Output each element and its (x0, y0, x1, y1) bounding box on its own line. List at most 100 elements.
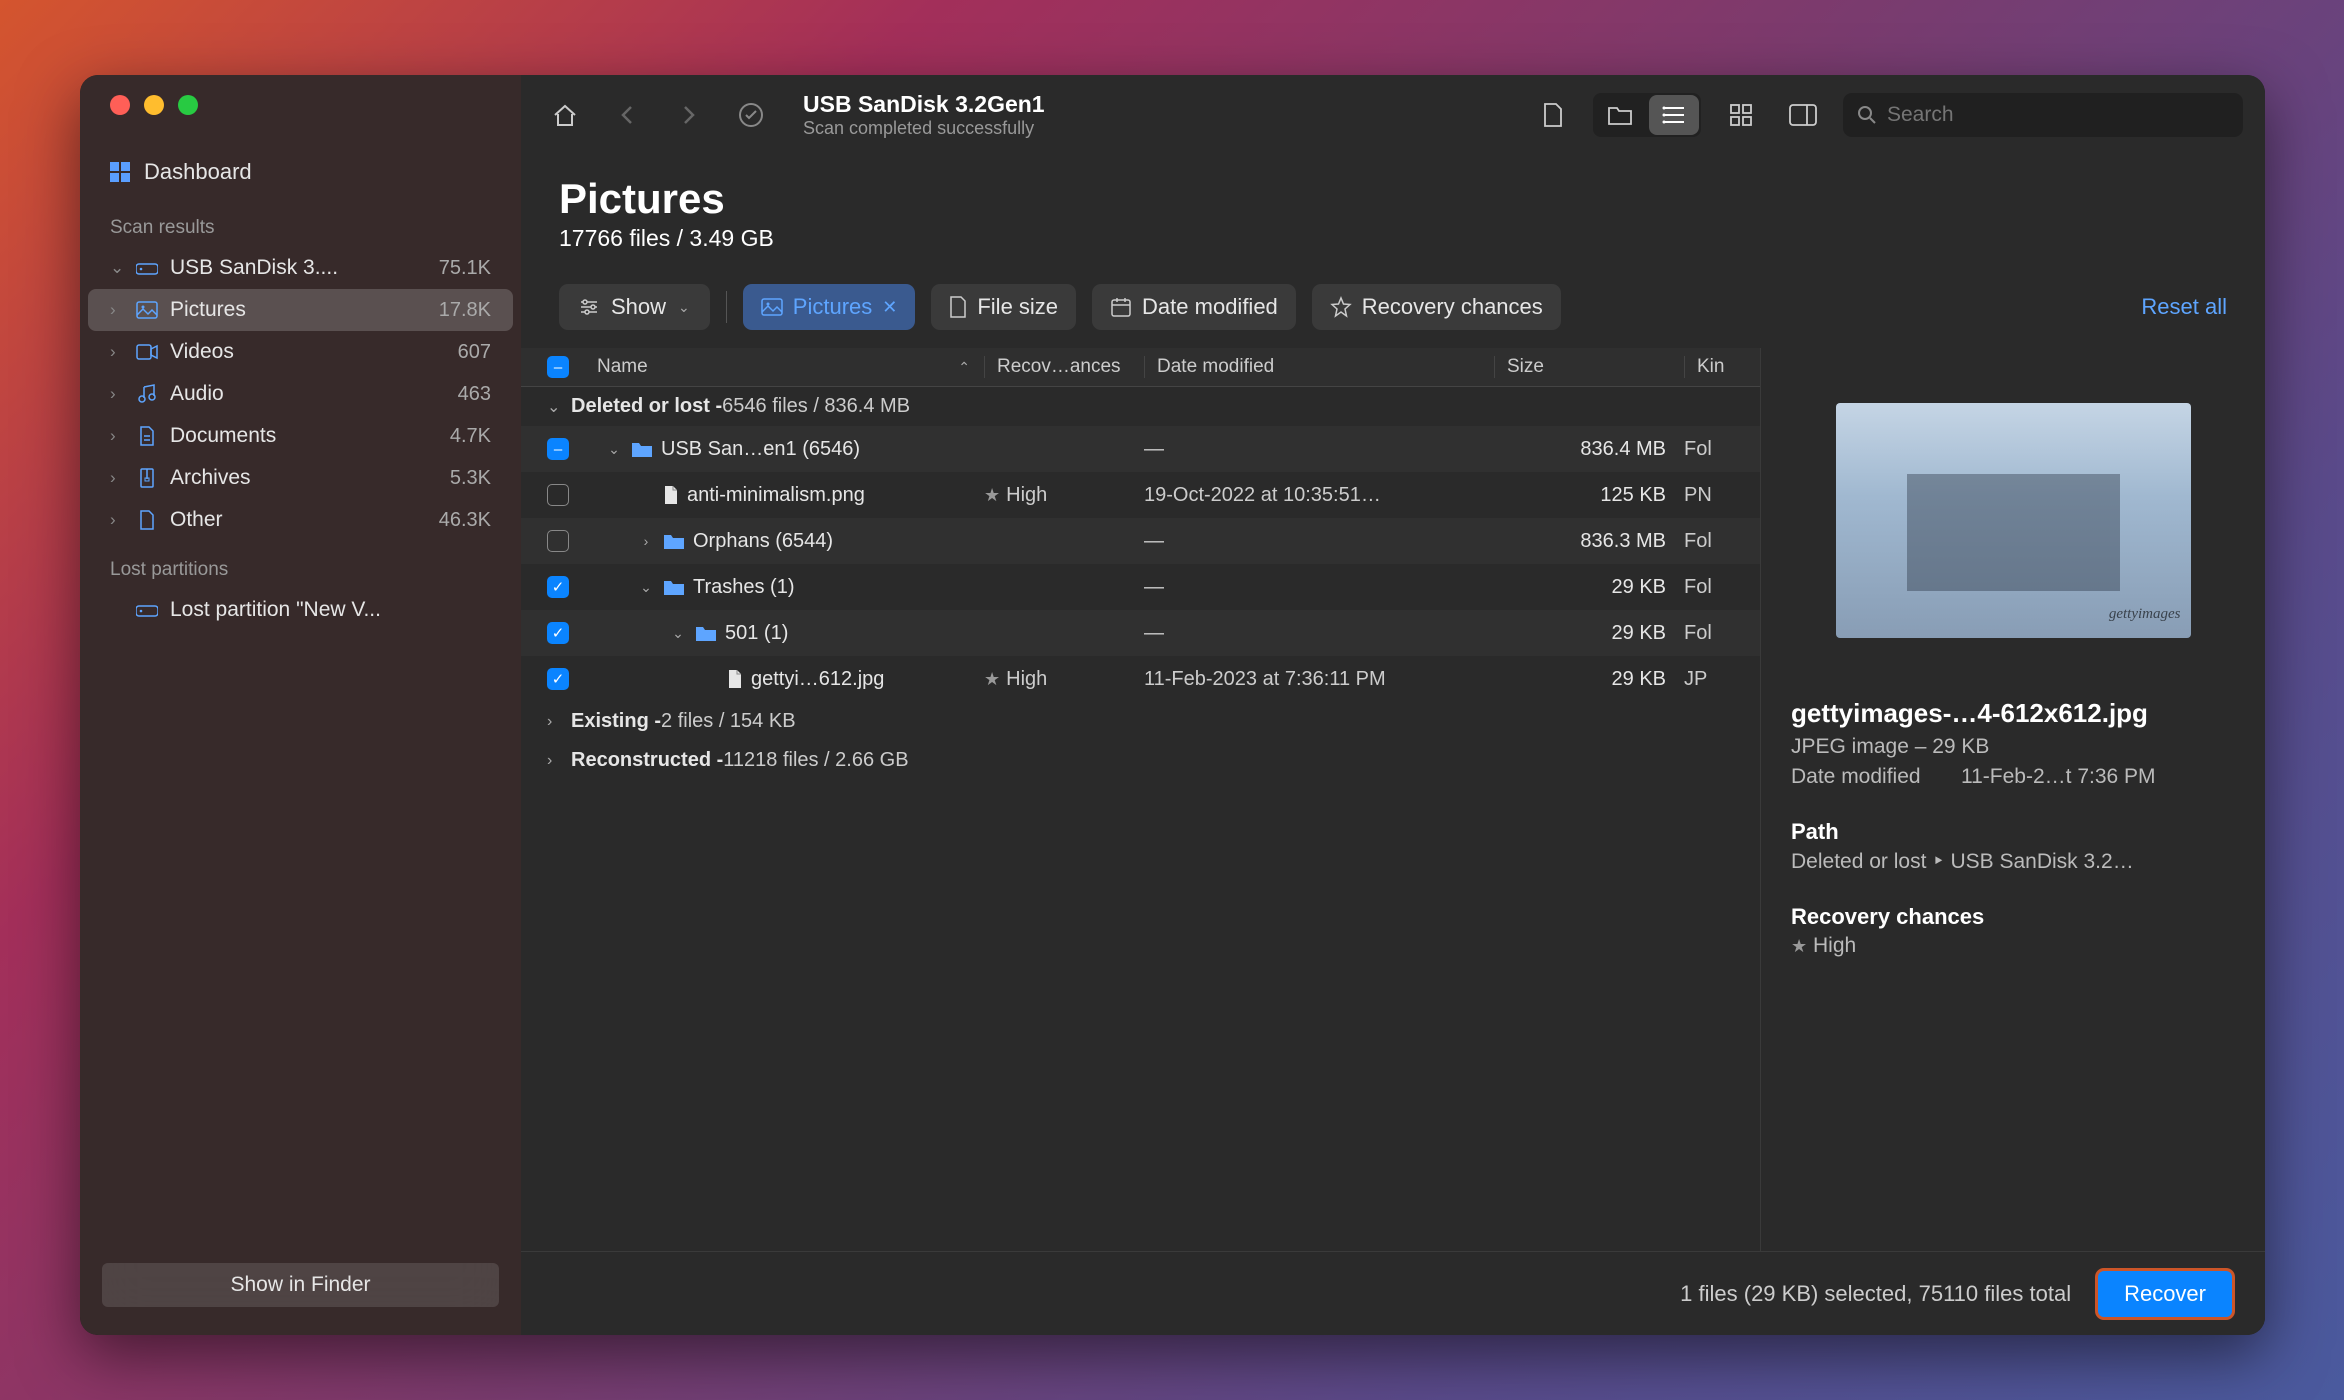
column-recovery[interactable]: Recov…ances (984, 356, 1144, 378)
row-size: 125 KB (1494, 484, 1684, 507)
show-dropdown[interactable]: Show ⌄ (559, 284, 710, 330)
sidebar-item-documents[interactable]: › Documents 4.7K (88, 415, 513, 457)
list-view-button[interactable] (1649, 95, 1699, 135)
page-title: Pictures (559, 175, 2227, 223)
sidebar-item-label: Documents (170, 424, 439, 448)
status-check-icon (729, 93, 773, 137)
row-kind: Fol (1684, 438, 1734, 461)
table-row[interactable]: –⌄USB San…en1 (6546)—836.4 MBFol (521, 426, 1760, 472)
sidebar-item-pictures[interactable]: › Pictures 17.8K (88, 289, 513, 331)
folder-icon (663, 578, 685, 596)
section-reconstructed[interactable]: › Reconstructed - 11218 files / 2.66 GB (521, 741, 1760, 780)
select-all-checkbox[interactable]: – (547, 356, 569, 378)
filter-recovery-chances[interactable]: Recovery chances (1312, 284, 1561, 330)
preview-pane: gettyimages-…4-612x612.jpg JPEG image – … (1760, 348, 2265, 1251)
expand-toggle[interactable]: ⌄ (637, 579, 655, 596)
table-row[interactable]: ✓⌄Trashes (1)—29 KBFol (521, 564, 1760, 610)
close-window-button[interactable] (110, 95, 130, 115)
new-file-button[interactable] (1531, 93, 1575, 137)
archive-icon (135, 468, 159, 488)
sidebar-item-count: 4.7K (450, 425, 491, 448)
column-date[interactable]: Date modified (1144, 356, 1494, 378)
content-split: – Name⌃ Recov…ances Date modified Size K… (521, 348, 2265, 1251)
panel-toggle-button[interactable] (1781, 93, 1825, 137)
table-row[interactable]: ✓⌄501 (1)—29 KBFol (521, 610, 1760, 656)
row-date: — (1144, 530, 1494, 553)
row-kind: JP (1684, 668, 1734, 691)
folder-icon (631, 440, 653, 458)
filter-file-size[interactable]: File size (931, 284, 1076, 330)
sidebar-item-count: 5.3K (450, 467, 491, 490)
maximize-window-button[interactable] (178, 95, 198, 115)
preview-path-value: Deleted or lost ‣ USB SanDisk 3.2… (1791, 849, 2235, 874)
show-in-finder-button[interactable]: Show in Finder (102, 1263, 499, 1307)
home-button[interactable] (543, 93, 587, 137)
chevron-right-icon: › (110, 510, 124, 530)
row-checkbox[interactable]: ✓ (547, 668, 569, 690)
preview-recovery-label: Recovery chances (1791, 904, 2235, 930)
row-size: 29 KB (1494, 668, 1684, 691)
page-subtitle: 17766 files / 3.49 GB (559, 225, 2227, 252)
row-checkbox[interactable]: ✓ (547, 622, 569, 644)
table-row[interactable]: ›Orphans (6544)—836.3 MBFol (521, 518, 1760, 564)
grid-view-button[interactable] (1719, 93, 1763, 137)
filter-pictures[interactable]: Pictures ✕ (743, 284, 916, 330)
preview-recovery-value: ★ High (1791, 934, 2235, 958)
row-checkbox[interactable]: ✓ (547, 576, 569, 598)
sidebar-item-archives[interactable]: › Archives 5.3K (88, 457, 513, 499)
row-recovery: ★ High (984, 668, 1144, 691)
section-deleted[interactable]: ⌄ Deleted or lost - 6546 files / 836.4 M… (521, 387, 1760, 426)
star-icon: ★ (984, 669, 1000, 690)
remove-filter-icon[interactable]: ✕ (882, 297, 897, 318)
row-size: 29 KB (1494, 622, 1684, 645)
minimize-window-button[interactable] (144, 95, 164, 115)
divider (726, 291, 727, 323)
search-box[interactable] (1843, 93, 2243, 137)
row-size: 29 KB (1494, 576, 1684, 599)
row-name: USB San…en1 (6546) (661, 438, 860, 461)
table-row[interactable]: ✓gettyi…612.jpg★ High11-Feb-2023 at 7:36… (521, 656, 1760, 702)
expand-toggle[interactable]: › (637, 533, 655, 549)
forward-button[interactable] (667, 93, 711, 137)
sidebar-item-lost-partition[interactable]: Lost partition "New V... (88, 589, 513, 631)
expand-toggle[interactable]: ⌄ (605, 441, 623, 458)
sidebar-item-label: Archives (170, 466, 439, 490)
column-size[interactable]: Size (1494, 356, 1684, 378)
table-header: – Name⌃ Recov…ances Date modified Size K… (521, 348, 1760, 387)
search-input[interactable] (1887, 103, 2229, 127)
file-icon (727, 669, 743, 689)
column-kind[interactable]: Kin (1684, 356, 1734, 378)
lost-partitions-label: Lost partitions (102, 541, 521, 589)
expand-toggle[interactable]: ⌄ (669, 625, 687, 642)
row-checkbox[interactable] (547, 530, 569, 552)
chevron-down-icon: ⌄ (110, 258, 124, 278)
sidebar-item-label: Audio (170, 382, 447, 406)
recover-button[interactable]: Recover (2095, 1268, 2235, 1320)
section-existing[interactable]: › Existing - 2 files / 154 KB (521, 702, 1760, 741)
sidebar-item-other[interactable]: › Other 46.3K (88, 499, 513, 541)
picture-icon (761, 298, 783, 316)
drive-icon (135, 260, 159, 276)
preview-thumbnail (1836, 403, 2191, 638)
row-name: 501 (1) (725, 622, 788, 645)
other-icon (135, 510, 159, 530)
dashboard-label: Dashboard (144, 159, 252, 185)
reset-all-button[interactable]: Reset all (2141, 294, 2227, 320)
sidebar-item-audio[interactable]: › Audio 463 (88, 373, 513, 415)
row-name: Trashes (1) (693, 576, 795, 599)
row-size: 836.4 MB (1494, 438, 1684, 461)
row-checkbox[interactable] (547, 484, 569, 506)
table-row[interactable]: anti-minimalism.png★ High19-Oct-2022 at … (521, 472, 1760, 518)
back-button[interactable] (605, 93, 649, 137)
sidebar-item-label: Videos (170, 340, 447, 364)
row-checkbox[interactable]: – (547, 438, 569, 460)
row-kind: Fol (1684, 530, 1734, 553)
filter-date-modified[interactable]: Date modified (1092, 284, 1296, 330)
folder-view-button[interactable] (1595, 95, 1645, 135)
preview-filename: gettyimages-…4-612x612.jpg (1791, 698, 2235, 729)
sidebar-item-videos[interactable]: › Videos 607 (88, 331, 513, 373)
sidebar-item-drive[interactable]: ⌄ USB SanDisk 3.... 75.1K (88, 247, 513, 289)
row-date: — (1144, 622, 1494, 645)
dashboard-button[interactable]: Dashboard (80, 145, 521, 199)
column-name[interactable]: Name⌃ (597, 356, 984, 378)
